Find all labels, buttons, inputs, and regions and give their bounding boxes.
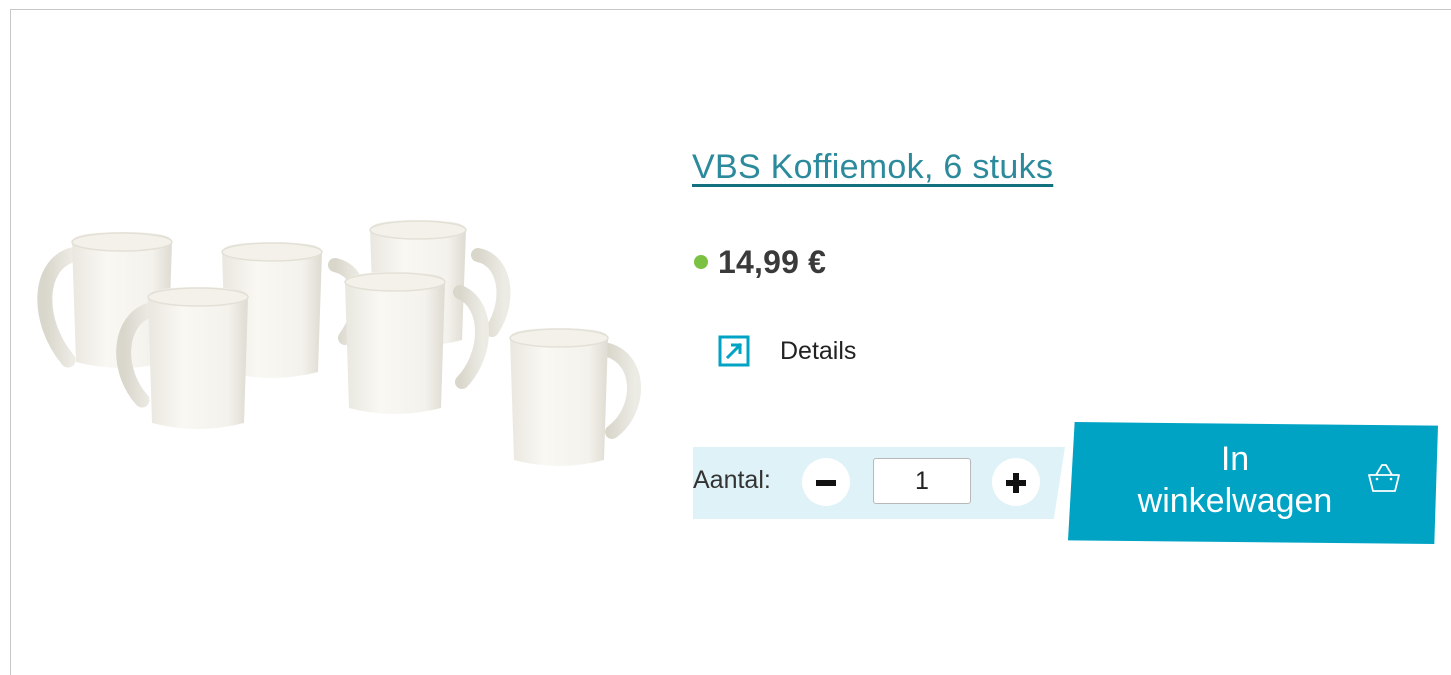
external-link-arrow-icon bbox=[718, 335, 750, 367]
product-image[interactable] bbox=[30, 210, 670, 480]
quantity-increase-button[interactable] bbox=[992, 458, 1040, 506]
availability-dot-icon bbox=[694, 255, 708, 269]
mug bbox=[344, 272, 489, 414]
add-to-cart-label: In winkelwagen bbox=[1080, 438, 1390, 522]
minus-icon bbox=[816, 480, 836, 486]
product-price: 14,99 € bbox=[718, 243, 827, 280]
quantity-label: Aantal: bbox=[693, 466, 771, 494]
basket-icon bbox=[1368, 464, 1400, 492]
quantity-input[interactable] bbox=[873, 458, 971, 504]
add-to-cart-label-line1: In bbox=[1220, 440, 1250, 478]
price-row: 14,99 € bbox=[694, 240, 826, 284]
mug bbox=[509, 328, 641, 466]
details-link[interactable]: Details bbox=[718, 335, 856, 367]
product-title-link[interactable]: VBS Koffiemok, 6 stuks bbox=[692, 148, 1053, 187]
quantity-decrease-button[interactable] bbox=[802, 458, 850, 506]
plus-icon bbox=[1006, 473, 1026, 493]
add-to-cart-label-line2: winkelwagen bbox=[1137, 482, 1333, 520]
details-label: Details bbox=[780, 336, 857, 365]
